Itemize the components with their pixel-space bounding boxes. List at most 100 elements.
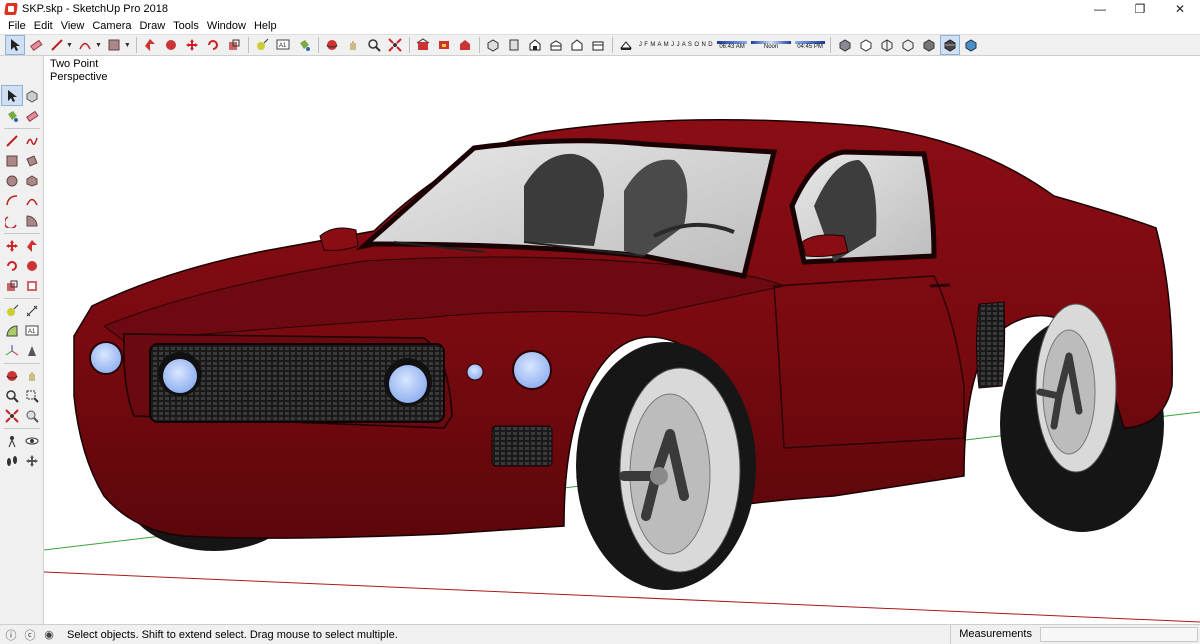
wireframe-style-icon[interactable] bbox=[878, 36, 896, 54]
left-toolbar-row bbox=[2, 406, 42, 425]
maximize-button[interactable]: ❐ bbox=[1120, 0, 1160, 18]
close-button[interactable]: ✕ bbox=[1160, 0, 1200, 18]
offset-icon[interactable] bbox=[22, 276, 42, 295]
make-component-icon[interactable] bbox=[22, 86, 42, 105]
arc-dropdown-caret-icon[interactable]: ▼ bbox=[95, 42, 102, 49]
zoom-extents-icon[interactable] bbox=[2, 406, 22, 425]
circle-icon[interactable] bbox=[2, 171, 22, 190]
eraser-tool-icon[interactable] bbox=[27, 36, 45, 54]
time-end-block: 04:45 PM bbox=[795, 36, 826, 54]
rotated-rectangle-icon[interactable] bbox=[22, 151, 42, 170]
zoom-extents-tool-icon[interactable] bbox=[386, 36, 404, 54]
shaded-style-icon[interactable] bbox=[920, 36, 938, 54]
eraser-icon[interactable] bbox=[22, 106, 42, 125]
toolbar-separator bbox=[317, 37, 319, 53]
shadows-toggle-icon[interactable] bbox=[617, 36, 635, 54]
paint-bucket-icon[interactable] bbox=[2, 106, 22, 125]
look-around-icon[interactable] bbox=[22, 431, 42, 450]
front-view-icon[interactable] bbox=[526, 36, 544, 54]
orbit-tool-icon[interactable] bbox=[323, 36, 341, 54]
warehouse-icon[interactable] bbox=[414, 36, 432, 54]
line-icon[interactable] bbox=[2, 131, 22, 150]
zoom-tool-icon[interactable] bbox=[365, 36, 383, 54]
move-icon[interactable] bbox=[2, 236, 22, 255]
protractor-icon[interactable] bbox=[2, 321, 22, 340]
position-camera-icon[interactable] bbox=[2, 431, 22, 450]
two-point-arc-icon[interactable] bbox=[22, 191, 42, 210]
hidden-line-style-icon[interactable] bbox=[899, 36, 917, 54]
scale-tool-icon[interactable] bbox=[225, 36, 243, 54]
pan-tool-icon[interactable] bbox=[344, 36, 362, 54]
follow-me-tool-icon[interactable] bbox=[162, 36, 180, 54]
rotate-icon[interactable] bbox=[2, 256, 22, 275]
back-view-icon[interactable] bbox=[568, 36, 586, 54]
paint-bucket-tool-icon[interactable] bbox=[295, 36, 313, 54]
three-point-arc-icon[interactable] bbox=[2, 211, 22, 230]
menu-window[interactable]: Window bbox=[203, 18, 250, 34]
left-toolbar-row bbox=[2, 386, 42, 405]
monochrome-style-icon[interactable] bbox=[962, 36, 980, 54]
xray-style-icon[interactable] bbox=[836, 36, 854, 54]
orbit-icon[interactable] bbox=[2, 366, 22, 385]
status-bar: ⓘ ⓒ ◉ Select objects. Shift to extend se… bbox=[0, 624, 1200, 644]
top-view-icon[interactable] bbox=[505, 36, 523, 54]
scale-icon[interactable] bbox=[2, 276, 22, 295]
axes-icon[interactable] bbox=[2, 341, 22, 360]
freehand-icon[interactable] bbox=[22, 131, 42, 150]
push-pull-tool-icon[interactable] bbox=[141, 36, 159, 54]
extension-warehouse-icon[interactable] bbox=[456, 36, 474, 54]
pan-icon[interactable] bbox=[22, 366, 42, 385]
select-tool-icon[interactable] bbox=[1, 85, 23, 106]
right-view-icon[interactable] bbox=[547, 36, 565, 54]
arc-tool-icon[interactable] bbox=[76, 36, 94, 54]
iso-view-icon[interactable] bbox=[484, 36, 502, 54]
select-tool-icon[interactable] bbox=[4, 35, 25, 55]
menu-draw[interactable]: Draw bbox=[135, 18, 169, 34]
3d-text-icon[interactable] bbox=[22, 341, 42, 360]
left-toolbar-row bbox=[2, 106, 42, 125]
minimize-button[interactable]: — bbox=[1080, 0, 1120, 18]
credits-icon[interactable]: ⓒ bbox=[22, 627, 38, 643]
menu-help[interactable]: Help bbox=[250, 18, 281, 34]
text-tool-icon[interactable]: A1 bbox=[274, 36, 292, 54]
menu-tools[interactable]: Tools bbox=[169, 18, 203, 34]
zoom-window-icon[interactable] bbox=[22, 386, 42, 405]
rotate-tool-icon[interactable] bbox=[204, 36, 222, 54]
rectangle-icon[interactable] bbox=[2, 151, 22, 170]
section-plane-icon[interactable] bbox=[22, 451, 42, 470]
tape-measure-tool-icon[interactable] bbox=[253, 36, 271, 54]
back-edges-style-icon[interactable] bbox=[857, 36, 875, 54]
month-slider[interactable]: J F M A M J J A S O N D bbox=[637, 42, 715, 48]
move-tool-icon[interactable] bbox=[183, 36, 201, 54]
measurements-input[interactable] bbox=[1040, 627, 1198, 642]
menu-edit[interactable]: Edit bbox=[30, 18, 57, 34]
shape-dropdown-caret-icon[interactable]: ▼ bbox=[124, 42, 131, 49]
line-tool-icon[interactable] bbox=[48, 36, 66, 54]
walk-icon[interactable] bbox=[2, 451, 22, 470]
left-view-icon[interactable] bbox=[589, 36, 607, 54]
follow-me-icon[interactable] bbox=[22, 256, 42, 275]
pie-icon[interactable] bbox=[22, 211, 42, 230]
toolbar-separator bbox=[247, 37, 249, 53]
left-toolbar-row bbox=[2, 171, 42, 190]
tape-measure-icon[interactable] bbox=[2, 301, 22, 320]
geo-location-icon[interactable]: ⓘ bbox=[3, 627, 19, 643]
polygon-icon[interactable] bbox=[22, 171, 42, 190]
shaded-textures-style-icon[interactable] bbox=[939, 35, 960, 55]
previous-view-icon[interactable] bbox=[22, 406, 42, 425]
text-icon[interactable]: A1 bbox=[22, 321, 42, 340]
line-dropdown-caret-icon[interactable]: ▼ bbox=[66, 42, 73, 49]
car-model-drawing[interactable] bbox=[44, 56, 1200, 624]
dimension-icon[interactable] bbox=[22, 301, 42, 320]
arc-icon[interactable] bbox=[2, 191, 22, 210]
model-viewport[interactable]: Two Point Perspective bbox=[44, 56, 1200, 624]
push-pull-icon[interactable] bbox=[22, 236, 42, 255]
menu-file[interactable]: File bbox=[4, 18, 30, 34]
headlight-outer-left bbox=[89, 341, 123, 375]
menu-camera[interactable]: Camera bbox=[88, 18, 135, 34]
menu-view[interactable]: View bbox=[57, 18, 89, 34]
user-account-icon[interactable]: ◉ bbox=[41, 627, 57, 643]
share-model-icon[interactable] bbox=[435, 36, 453, 54]
rectangle-tool-icon[interactable] bbox=[105, 36, 123, 54]
zoom-icon[interactable] bbox=[2, 386, 22, 405]
